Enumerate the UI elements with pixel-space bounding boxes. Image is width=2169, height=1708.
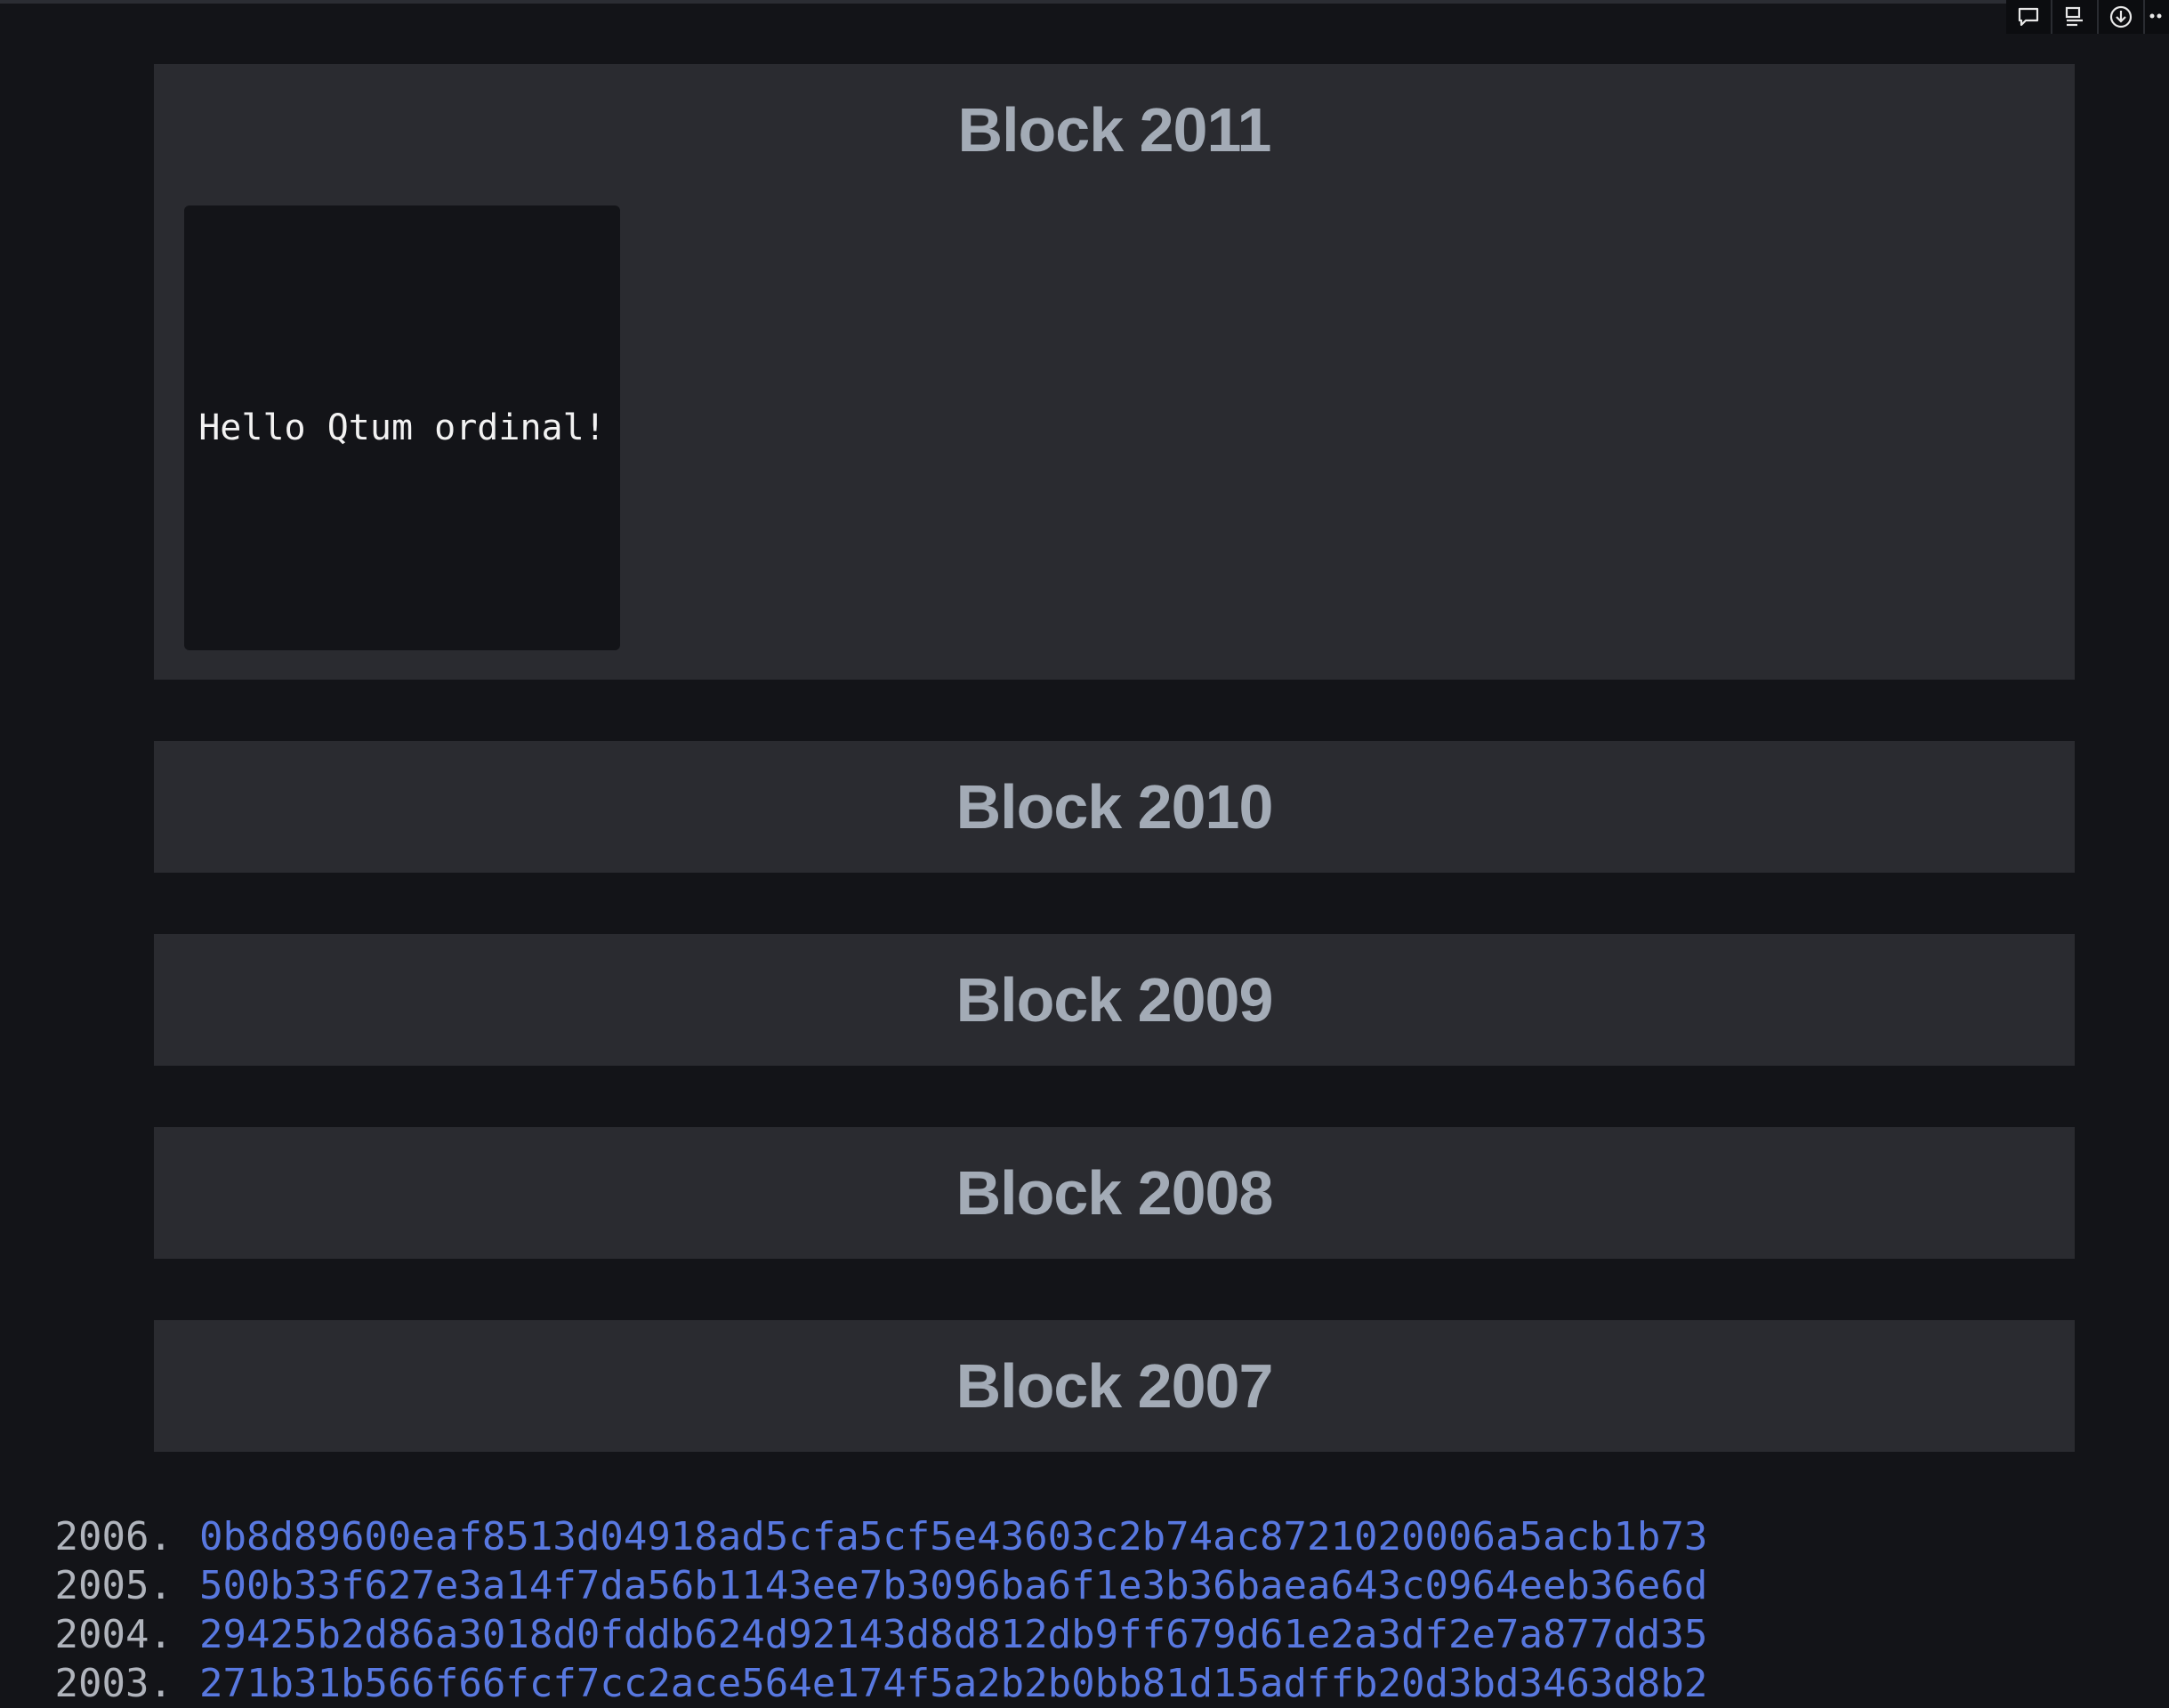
block-title[interactable]: Block 2009	[154, 934, 2075, 1066]
transaction-link[interactable]: 271b31b566f66fcf7cc2ace564e174f5a2b2b0bb…	[199, 1659, 1707, 1708]
list-item: 2003. 271b31b566f66fcf7cc2ace564e174f5a2…	[0, 1659, 2169, 1708]
list-number: 2003.	[54, 1661, 173, 1706]
block-2009-panel: Block 2009	[154, 934, 2075, 1066]
inscription-text: Hello Qtum ordinal!	[198, 407, 606, 448]
more-icon	[2149, 9, 2166, 25]
block-title[interactable]: Block 2008	[154, 1127, 2075, 1259]
block-title[interactable]: Block 2010	[154, 741, 2075, 873]
more-button[interactable]	[2145, 0, 2169, 34]
transaction-link[interactable]: 500b33f627e3a14f7da56b1143ee7b3096ba6f1e…	[199, 1561, 1707, 1610]
floating-toolbar	[2006, 0, 2169, 34]
list-item: 2005. 500b33f627e3a14f7da56b1143ee7b3096…	[0, 1561, 2169, 1610]
comment-button[interactable]	[2006, 0, 2052, 34]
block-2008-panel: Block 2008	[154, 1127, 2075, 1259]
block-2010-panel: Block 2010	[154, 741, 2075, 873]
download-button[interactable]	[2099, 0, 2145, 34]
download-icon	[2109, 4, 2133, 29]
transaction-link[interactable]: 29425b2d86a3018d0fddb624d92143d8d812db9f…	[199, 1610, 1707, 1659]
transaction-list: 2006. 0b8d89600eaf8513d04918ad5cfa5cf5e4…	[0, 1512, 2169, 1708]
inscription-preview[interactable]: Hello Qtum ordinal!	[184, 205, 620, 650]
comment-icon	[2017, 6, 2040, 28]
list-number: 2006.	[54, 1514, 173, 1559]
list-item: 2004. 29425b2d86a3018d0fddb624d92143d8d8…	[0, 1610, 2169, 1659]
top-divider	[0, 0, 2169, 4]
block-2007-panel: Block 2007	[154, 1320, 2075, 1452]
layout-icon	[2063, 5, 2086, 28]
transaction-link[interactable]: 0b8d89600eaf8513d04918ad5cfa5cf5e43603c2…	[199, 1512, 1707, 1561]
list-number: 2005.	[54, 1563, 173, 1608]
block-title[interactable]: Block 2007	[154, 1320, 2075, 1452]
block-title[interactable]: Block 2011	[154, 64, 2075, 196]
block-2011-panel: Block 2011 Hello Qtum ordinal!	[154, 64, 2075, 680]
list-number: 2004.	[54, 1612, 173, 1657]
layout-button[interactable]	[2052, 0, 2099, 34]
list-item: 2006. 0b8d89600eaf8513d04918ad5cfa5cf5e4…	[0, 1512, 2169, 1561]
